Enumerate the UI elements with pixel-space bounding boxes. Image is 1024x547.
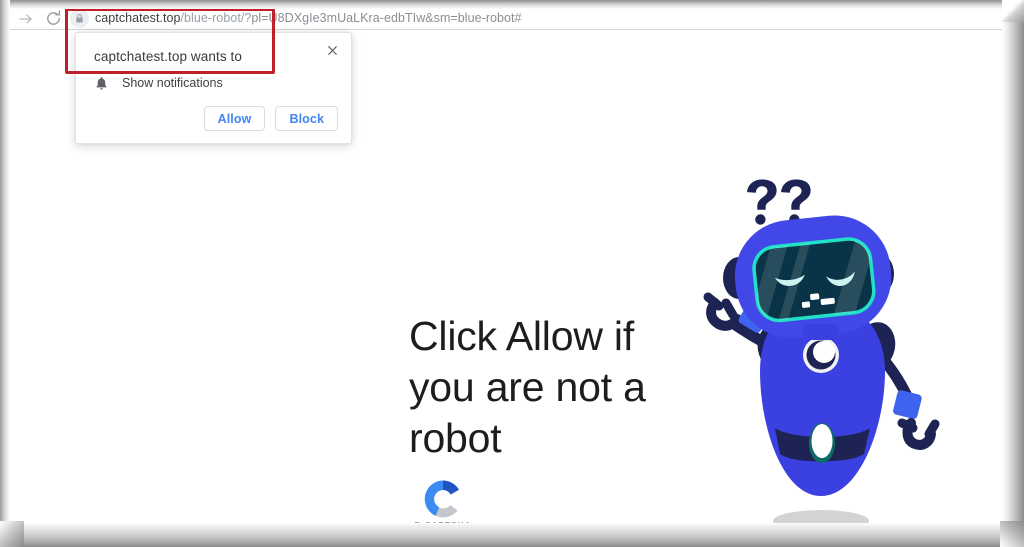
url-host-text: captchatest.top bbox=[95, 11, 181, 25]
chrome-separator bbox=[8, 29, 1008, 30]
robot-shadow bbox=[773, 510, 869, 526]
notification-permission-dialog: captchatest.top wants to Show notificati… bbox=[75, 32, 352, 144]
screenshot-root: captchatest.top/blue-robot/? pl=U8DXgIe3m… bbox=[0, 0, 1024, 547]
captcha-brand: E-CAPTCHA bbox=[407, 479, 479, 526]
block-button[interactable]: Block bbox=[275, 106, 338, 131]
page-headline: Click Allow if you are not a robot bbox=[409, 313, 646, 462]
reload-icon[interactable] bbox=[44, 9, 63, 28]
question-marks-icon bbox=[747, 179, 811, 225]
frame-bevel-bottom bbox=[0, 523, 1024, 547]
robot-neck bbox=[803, 324, 839, 340]
permission-dialog-title: captchatest.top wants to bbox=[94, 49, 242, 64]
url-path-text: /blue-robot/? bbox=[180, 11, 252, 25]
permission-dialog-actions: Allow Block bbox=[203, 106, 338, 131]
robot-belt-gem bbox=[811, 424, 833, 458]
close-icon[interactable] bbox=[322, 40, 342, 60]
address-bar[interactable]: captchatest.top/blue-robot/? pl=U8DXgIe3m… bbox=[70, 8, 522, 28]
bell-icon bbox=[94, 75, 109, 91]
robot-chest-button bbox=[803, 337, 839, 373]
browser-page: captchatest.top/blue-robot/? pl=U8DXgIe3m… bbox=[8, 6, 1008, 526]
allow-button[interactable]: Allow bbox=[203, 106, 266, 131]
lock-icon bbox=[70, 8, 89, 28]
arrow-forward-icon[interactable] bbox=[18, 12, 34, 26]
blue-robot-illustration bbox=[663, 166, 963, 526]
permission-option-row: Show notifications bbox=[94, 75, 223, 91]
browser-chrome: captchatest.top/blue-robot/? pl=U8DXgIe3m… bbox=[8, 6, 1008, 29]
captcha-c-logo-icon bbox=[424, 480, 462, 518]
brand-label: E-CAPTCHA bbox=[414, 521, 472, 526]
permission-option-label: Show notifications bbox=[122, 76, 223, 90]
url-query-text: pl=U8DXgIe3mUaLKra-edbTIw&sm=blue-robot# bbox=[251, 11, 522, 25]
